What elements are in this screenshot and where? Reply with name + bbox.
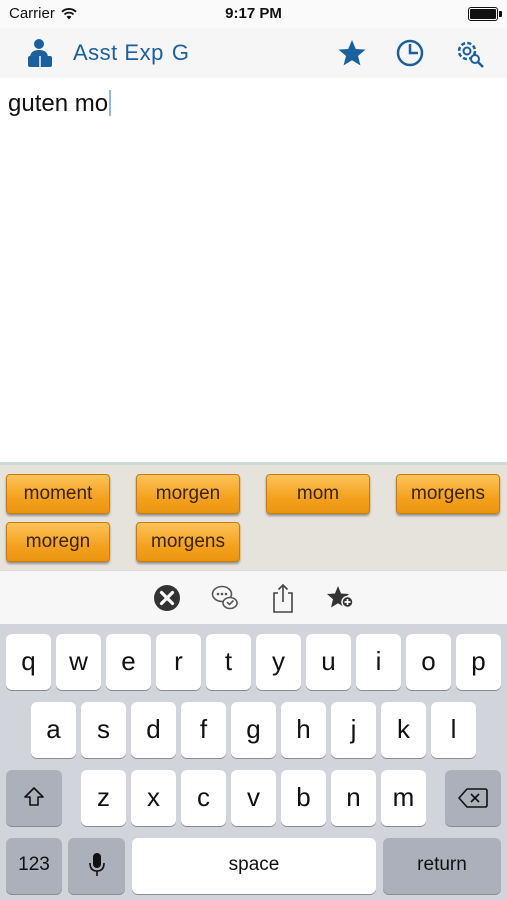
suggestion-chip[interactable]: moregn bbox=[6, 522, 110, 562]
key-t[interactable]: t bbox=[206, 634, 251, 690]
app-title: Asst Exp G bbox=[73, 40, 197, 66]
delete-key[interactable] bbox=[445, 770, 501, 826]
key-j[interactable]: j bbox=[331, 702, 376, 758]
typed-text-line: guten mo bbox=[8, 90, 112, 118]
suggestion-chip[interactable]: mom bbox=[266, 474, 370, 514]
backspace-icon bbox=[458, 788, 488, 808]
key-c[interactable]: c bbox=[181, 770, 226, 826]
settings-search-icon[interactable] bbox=[453, 37, 485, 69]
key-h[interactable]: h bbox=[281, 702, 326, 758]
key-a[interactable]: a bbox=[31, 702, 76, 758]
key-k[interactable]: k bbox=[381, 702, 426, 758]
key-g[interactable]: g bbox=[231, 702, 276, 758]
key-r[interactable]: r bbox=[156, 634, 201, 690]
key-u[interactable]: u bbox=[306, 634, 351, 690]
shift-key[interactable] bbox=[6, 770, 62, 826]
clock: 9:17 PM bbox=[225, 5, 282, 22]
status-bar: Carrier 9:17 PM bbox=[0, 0, 507, 28]
key-m[interactable]: m bbox=[381, 770, 426, 826]
chat-bubbles-icon[interactable] bbox=[210, 583, 240, 613]
shift-icon bbox=[24, 787, 44, 806]
key-p[interactable]: p bbox=[456, 634, 501, 690]
key-s[interactable]: s bbox=[81, 702, 126, 758]
key-v[interactable]: v bbox=[231, 770, 276, 826]
nav-bar: Asst Exp G bbox=[0, 28, 507, 78]
key-y[interactable]: y bbox=[256, 634, 301, 690]
suggestion-chip[interactable]: moment bbox=[6, 474, 110, 514]
key-z[interactable]: z bbox=[81, 770, 126, 826]
space-key[interactable]: space bbox=[132, 838, 376, 894]
battery-icon bbox=[468, 7, 498, 21]
key-e[interactable]: e bbox=[106, 634, 151, 690]
star-icon[interactable] bbox=[336, 37, 368, 69]
typed-text: guten mo bbox=[8, 90, 109, 117]
suggestion-panel: moment morgen mom morgens moregn morgens bbox=[0, 462, 507, 570]
key-l[interactable]: l bbox=[431, 702, 476, 758]
key-q[interactable]: q bbox=[6, 634, 51, 690]
history-icon[interactable] bbox=[394, 37, 426, 69]
dictation-key[interactable] bbox=[68, 838, 125, 894]
text-editor[interactable]: guten mo bbox=[0, 78, 507, 462]
return-key[interactable]: return bbox=[383, 838, 501, 894]
key-f[interactable]: f bbox=[181, 702, 226, 758]
keyboard: q w e r t y u i o p a s d f g h j k l z … bbox=[0, 624, 507, 900]
suggestion-chip[interactable]: morgens bbox=[136, 522, 240, 562]
text-caret bbox=[109, 90, 112, 116]
key-w[interactable]: w bbox=[56, 634, 101, 690]
share-icon[interactable] bbox=[268, 583, 298, 613]
suggestion-chip[interactable]: morgen bbox=[136, 474, 240, 514]
input-toolbar bbox=[0, 570, 507, 624]
key-b[interactable]: b bbox=[281, 770, 326, 826]
key-x[interactable]: x bbox=[131, 770, 176, 826]
key-n[interactable]: n bbox=[331, 770, 376, 826]
key-i[interactable]: i bbox=[356, 634, 401, 690]
people-icon[interactable] bbox=[26, 38, 54, 68]
key-o[interactable]: o bbox=[406, 634, 451, 690]
microphone-icon bbox=[88, 853, 105, 876]
add-favorite-icon[interactable] bbox=[325, 583, 355, 613]
title-mode[interactable]: G bbox=[172, 40, 190, 65]
suggestion-chip[interactable]: morgens bbox=[396, 474, 500, 514]
clear-icon[interactable] bbox=[152, 583, 182, 613]
title-main: Asst Exp bbox=[73, 40, 164, 65]
key-d[interactable]: d bbox=[131, 702, 176, 758]
numbers-key[interactable]: 123 bbox=[6, 838, 62, 894]
